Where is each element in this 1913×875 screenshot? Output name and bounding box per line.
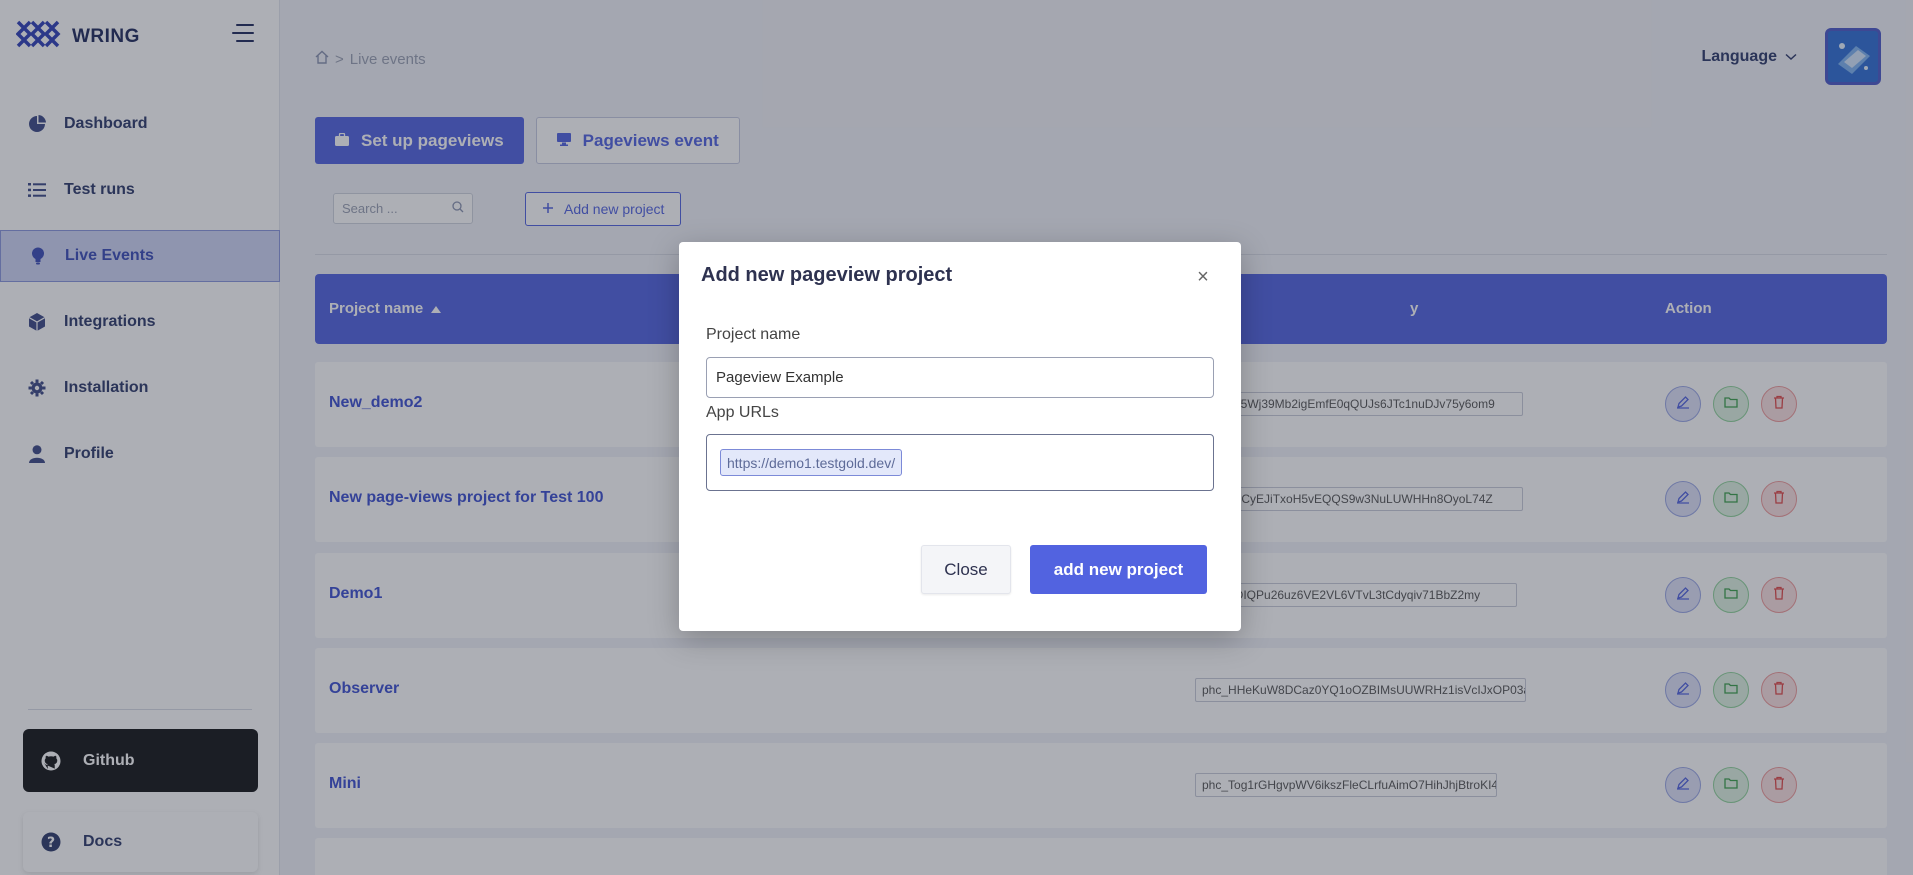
close-icon[interactable]: × xyxy=(1194,266,1212,288)
modal-title: Add new pageview project xyxy=(701,264,953,286)
add-new-project-submit-button[interactable]: add new project xyxy=(1030,545,1207,594)
app-urls-input[interactable]: https://demo1.testgold.dev/ xyxy=(706,434,1214,491)
app-urls-label: App URLs xyxy=(706,404,779,421)
add-project-modal: Add new pageview project × Project name … xyxy=(679,242,1241,631)
project-name-input[interactable]: Pageview Example xyxy=(706,357,1214,398)
url-chip[interactable]: https://demo1.testgold.dev/ xyxy=(720,449,903,476)
close-button[interactable]: Close xyxy=(921,545,1011,594)
project-name-label: Project name xyxy=(706,326,801,343)
